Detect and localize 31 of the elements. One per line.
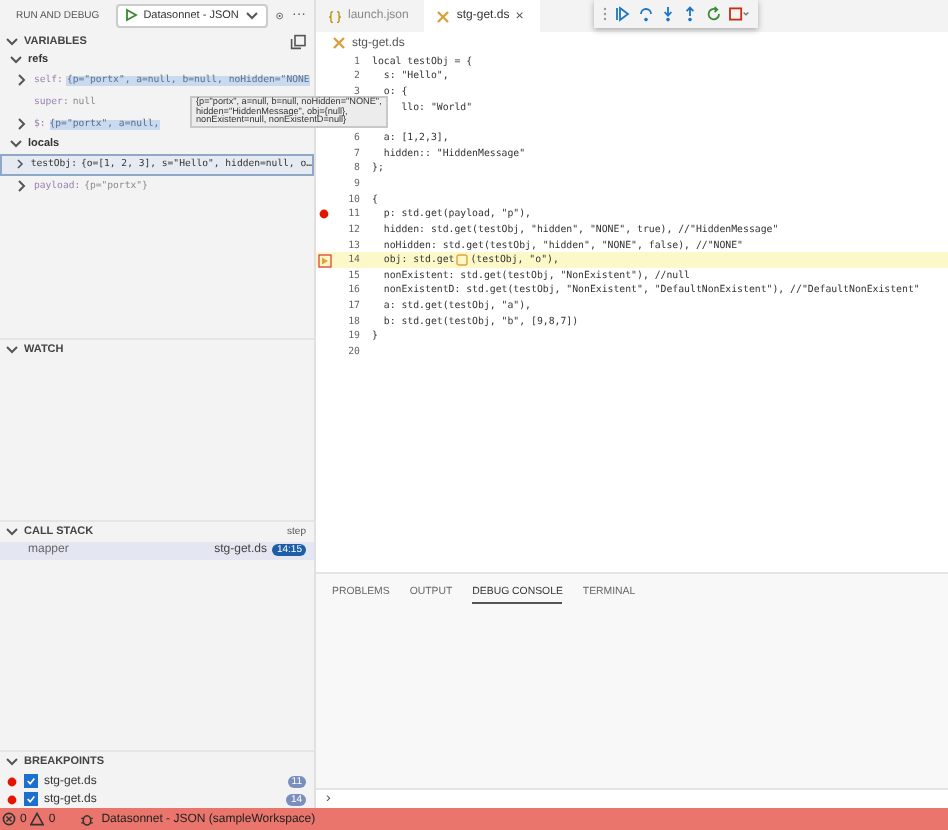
- checkbox[interactable]: [24, 774, 38, 788]
- settings-icon[interactable]: [276, 7, 284, 24]
- chevron-down-icon: [244, 7, 261, 24]
- chevron-down-icon[interactable]: [4, 33, 20, 50]
- chevron-right-icon[interactable]: [14, 116, 30, 133]
- error-icon[interactable]: [2, 812, 16, 826]
- step-into-icon[interactable]: [659, 6, 676, 22]
- breakpoint-dot-icon: [6, 793, 18, 805]
- bug-icon[interactable]: [79, 812, 94, 826]
- chevron-right-icon[interactable]: [14, 72, 30, 89]
- braces-icon: [328, 9, 342, 23]
- drag-handle-icon[interactable]: [601, 6, 608, 22]
- chevron-down-icon[interactable]: [4, 341, 20, 358]
- file-icon: [436, 9, 451, 23]
- breakpoint-dot-icon[interactable]: [318, 208, 330, 221]
- checkbox[interactable]: [24, 792, 38, 806]
- chevron-down-icon[interactable]: [8, 136, 24, 153]
- step-out-icon[interactable]: [682, 6, 699, 22]
- collapse-all-icon[interactable]: [290, 33, 306, 50]
- chevron-down-icon[interactable]: [8, 52, 24, 69]
- play-icon[interactable]: [123, 8, 138, 23]
- chevron-down-icon[interactable]: [4, 523, 20, 540]
- stop-icon[interactable]: [728, 6, 751, 22]
- chevron-down-icon[interactable]: [4, 754, 20, 770]
- warning-icon[interactable]: [30, 812, 45, 826]
- step-over-icon[interactable]: [637, 6, 654, 22]
- file-icon: [332, 36, 346, 50]
- breakpoint-arrow-icon: [317, 253, 331, 268]
- continue-icon[interactable]: [614, 6, 631, 22]
- breakpoint-dot-icon: [6, 775, 18, 787]
- restart-icon[interactable]: [705, 6, 722, 22]
